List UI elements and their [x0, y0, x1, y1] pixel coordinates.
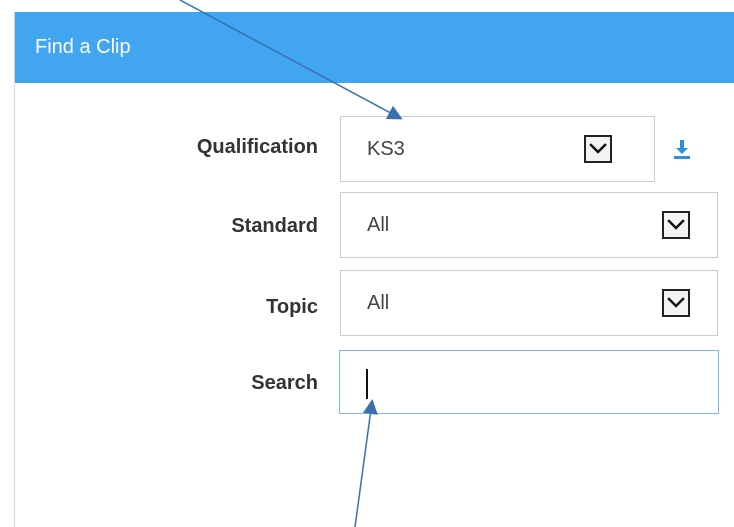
standard-label: Standard [231, 215, 318, 237]
qualification-label: Qualification [196, 136, 318, 158]
standard-value: All [367, 214, 390, 236]
text-caret [366, 369, 368, 399]
panel-title: Find a Clip [15, 12, 734, 83]
topic-label: Topic [266, 296, 318, 318]
screenshot-stage: Find a Clip Qualification KS3 Standard A… [0, 0, 734, 527]
search-label: Search [251, 372, 318, 394]
chevron-down-icon[interactable] [662, 289, 690, 317]
chevron-down-icon[interactable] [662, 211, 690, 239]
chevron-down-icon[interactable] [584, 135, 612, 163]
qualification-value: KS3 [367, 138, 405, 160]
qualification-select[interactable]: KS3 [340, 116, 655, 182]
standard-select[interactable]: All [340, 192, 718, 258]
search-input[interactable] [339, 350, 719, 414]
download-icon[interactable] [668, 136, 696, 164]
topic-value: All [367, 292, 390, 314]
topic-select[interactable]: All [340, 270, 718, 336]
